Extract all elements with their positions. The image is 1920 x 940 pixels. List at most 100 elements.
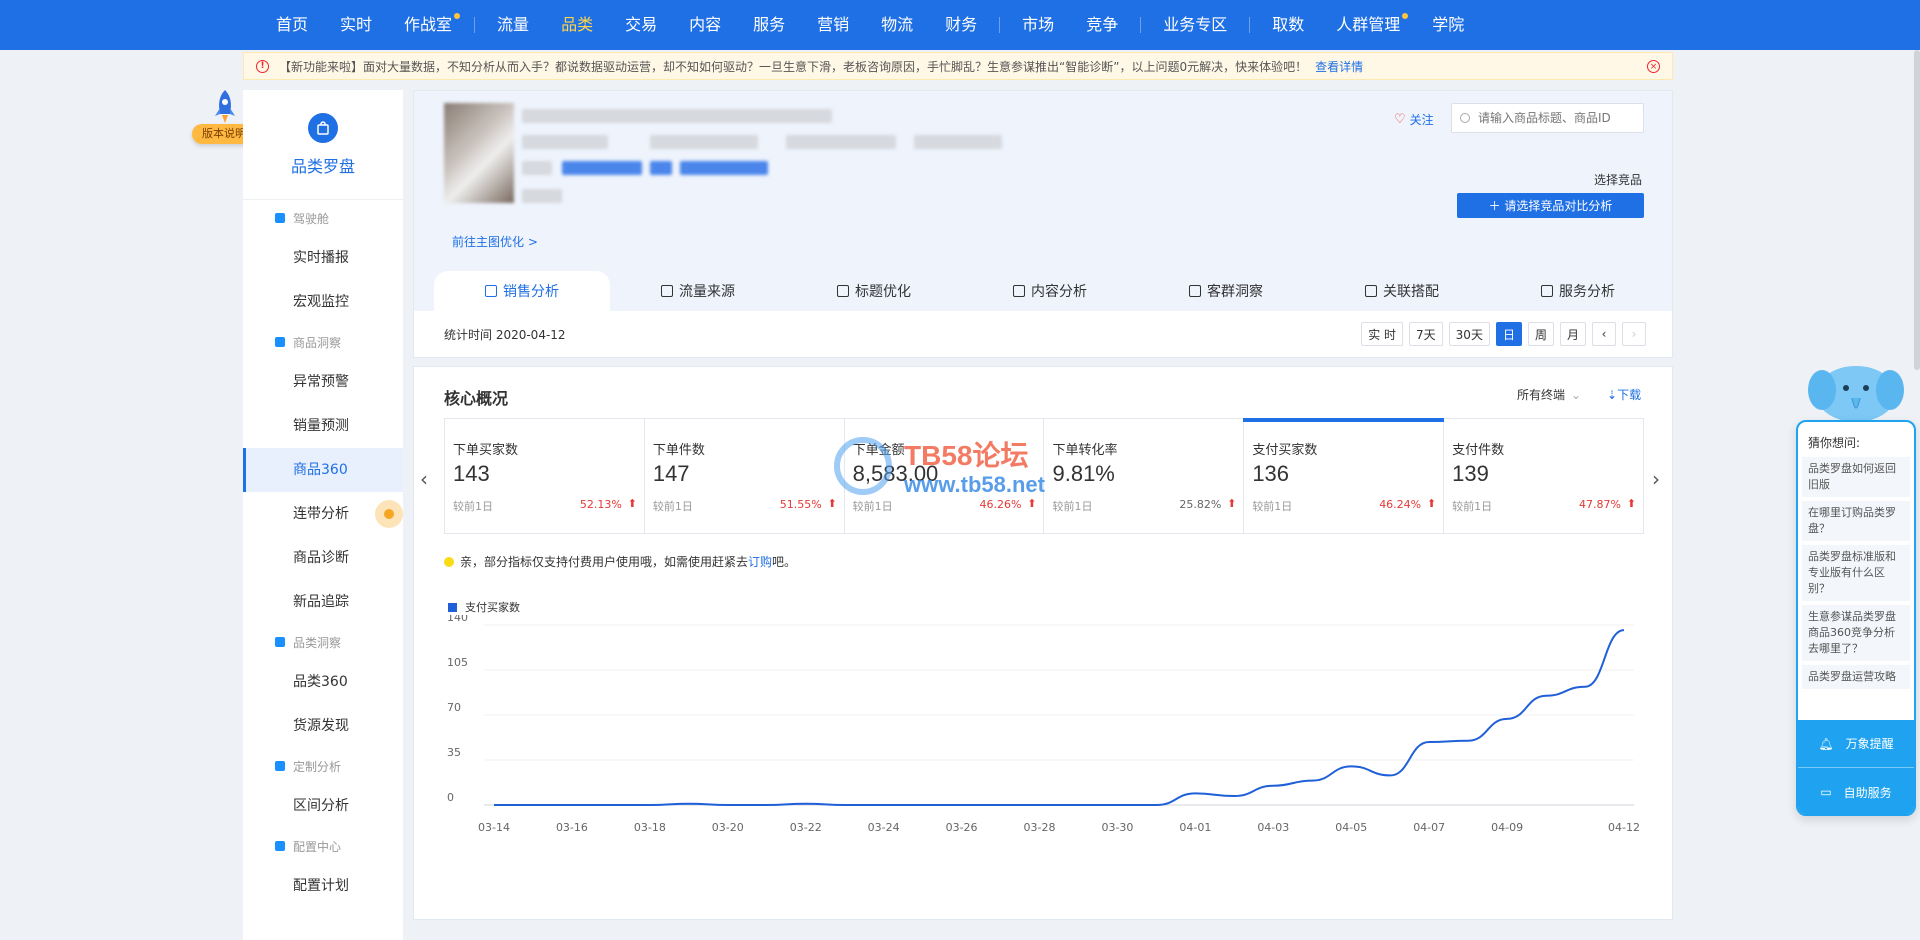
terminal-select[interactable]: 所有终端 ⌄	[1517, 386, 1581, 403]
nav-item[interactable]: 服务	[737, 0, 801, 50]
sidebar-item[interactable]: 商品诊断	[243, 536, 403, 580]
sidebar-item[interactable]: 销量预测	[243, 404, 403, 448]
nav-item[interactable]: 营销	[801, 0, 865, 50]
nav-item[interactable]: 学院	[1416, 0, 1480, 50]
guess-title: 猜你想问:	[1808, 436, 1861, 450]
sidebar-item[interactable]: 宏观监控	[243, 280, 403, 324]
nav-item[interactable]: 取数	[1256, 0, 1320, 50]
sidebar-item[interactable]: 货源发现	[243, 704, 403, 748]
close-icon[interactable]: ×	[1647, 60, 1660, 73]
metric-card[interactable]: 支付件数 139 较前1日 47.87% ⬆	[1444, 419, 1643, 533]
analysis-tab[interactable]: 关联搭配	[1314, 271, 1490, 311]
analysis-tab[interactable]: 客群洞察	[1138, 271, 1314, 311]
search-input[interactable]	[1478, 111, 1638, 125]
analysis-tab[interactable]: 标题优化	[786, 271, 962, 311]
faq-item[interactable]: 生意参谋品类罗盘商品360竞争分析去哪里了？	[1802, 605, 1910, 661]
metric-card[interactable]: 下单买家数 143 较前1日 52.13% ⬆	[445, 419, 645, 533]
x-tick-label: 03-14	[478, 821, 510, 834]
x-tick-label: 03-22	[790, 821, 822, 834]
sidebar-menu: 驾驶舱 实时播报 宏观监控 商品洞察 异常预警 销量预测 商品360 连带分析 商品诊断 新品追踪…	[243, 200, 403, 908]
nav-item[interactable]: 流量	[481, 0, 545, 50]
date-button[interactable]: 实 时	[1361, 322, 1404, 346]
nav-divider	[1249, 17, 1251, 33]
compare-competitor-button[interactable]: ＋ 请选择竞品对比分析	[1457, 193, 1644, 218]
analysis-tab[interactable]: 销售分析	[434, 271, 610, 311]
faq-item[interactable]: 品类罗盘标准版和专业版有什么区别？	[1802, 545, 1910, 601]
nav-item[interactable]: 交易	[609, 0, 673, 50]
search-icon	[1460, 113, 1470, 123]
nav-item[interactable]: 物流	[865, 0, 929, 50]
reminder-button[interactable]: 🔔︎ 万象提醒	[1798, 720, 1914, 768]
notification-dot-icon	[375, 500, 403, 528]
sidebar-item[interactable]: 新品追踪	[243, 580, 403, 624]
bell-icon: 🔔︎	[1818, 736, 1834, 751]
metric-card[interactable]: 下单件数 147 较前1日 51.55% ⬆	[645, 419, 845, 533]
analysis-tab[interactable]: 内容分析	[962, 271, 1138, 311]
date-button[interactable]: 日	[1495, 322, 1522, 346]
notice-text: 【新功能来啦】面对大量数据，不知分析从而入手？都说数据驱动运营，却不知如何驱动？…	[279, 59, 1308, 74]
nav-item[interactable]: 竞争	[1070, 0, 1134, 50]
heart-icon: ♡	[1394, 112, 1406, 127]
sidebar-item-label: 商品360	[293, 462, 348, 478]
nav-item[interactable]: 作战室	[388, 0, 468, 50]
analysis-tab[interactable]: 服务分析	[1490, 271, 1666, 311]
group-icon	[275, 761, 285, 771]
nav-item[interactable]: 市场	[1006, 0, 1070, 50]
sidebar-item[interactable]: 实时播报	[243, 236, 403, 280]
tab-icon	[837, 285, 849, 297]
nav-item-label: 首页	[276, 15, 309, 34]
date-button[interactable]: 30天	[1448, 322, 1490, 346]
metric-value: 147	[652, 461, 690, 486]
self-service-button[interactable]: ▭ 自助服务	[1798, 768, 1914, 814]
nav-item[interactable]: 人群管理	[1320, 0, 1416, 50]
faq-item[interactable]: 品类罗盘运营攻略	[1802, 665, 1910, 689]
nav-item[interactable]: 业务专区	[1147, 0, 1243, 50]
sidebar-item-label: 区间分析	[293, 798, 349, 814]
nav-item-label: 人群管理	[1336, 15, 1401, 34]
faq-item[interactable]: 在哪里订购品类罗盘？	[1802, 501, 1910, 541]
nav-item[interactable]: 财务	[929, 0, 993, 50]
sidebar-item[interactable]: 连带分析	[243, 492, 403, 536]
chevron-left-icon[interactable]: ‹	[420, 467, 428, 491]
tab-label: 流量来源	[679, 284, 735, 300]
faq-item[interactable]: 品类罗盘如何返回旧版	[1802, 457, 1910, 497]
date-button[interactable]: 月	[1559, 322, 1586, 346]
page-scrollbar[interactable]	[1914, 50, 1920, 370]
redacted-link	[680, 161, 768, 175]
chart-legend[interactable]: 支付买家数	[448, 599, 520, 615]
sidebar-item[interactable]: 区间分析	[243, 784, 403, 828]
subscribe-link[interactable]: 订购	[748, 553, 772, 570]
date-range-buttons: 实 时 7天 30天日周月 ‹ ›	[1361, 322, 1646, 346]
nav-item[interactable]: 品类	[545, 0, 609, 50]
sidebar-item[interactable]: 品类360	[243, 660, 403, 704]
date-button[interactable]: 7天	[1409, 322, 1443, 346]
y-tick-label: 0	[447, 791, 454, 804]
elephant-mascot-icon[interactable]	[1808, 360, 1904, 424]
nav-item[interactable]: 首页	[260, 0, 324, 50]
sidebar-item[interactable]: 异常预警	[243, 360, 403, 404]
stat-time: 统计时间 2020-04-12	[444, 327, 566, 342]
date-button[interactable]: 周	[1527, 322, 1554, 346]
nav-item[interactable]: 实时	[324, 0, 388, 50]
sidebar-item[interactable]: 商品360	[243, 448, 403, 492]
tab-label: 服务分析	[1559, 284, 1615, 300]
download-label: 下载	[1617, 388, 1642, 402]
nav-divider	[474, 17, 476, 33]
sidebar-item[interactable]: 配置计划	[243, 864, 403, 908]
x-tick-label: 03-30	[1101, 821, 1133, 834]
notice-detail-link[interactable]: 查看详情	[1315, 58, 1363, 75]
sidebar-group-label: 驾驶舱	[293, 211, 330, 226]
chevron-right-icon[interactable]: ›	[1652, 467, 1660, 491]
y-tick-label: 105	[447, 656, 468, 669]
follow-button[interactable]: ♡ 关注	[1394, 111, 1434, 128]
goto-main-image-link[interactable]: 前往主图优化 >	[452, 233, 538, 250]
nav-item-label: 流量	[497, 15, 530, 34]
metric-card[interactable]: 支付买家数 136 较前1日 46.24% ⬆	[1243, 418, 1445, 533]
date-button[interactable]: ›	[1622, 322, 1646, 346]
product-search[interactable]	[1451, 103, 1644, 133]
series-line[interactable]	[493, 629, 1625, 806]
date-button[interactable]: ‹	[1592, 322, 1616, 346]
analysis-tab[interactable]: 流量来源	[610, 271, 786, 311]
download-button[interactable]: ⇣下载	[1607, 386, 1641, 403]
nav-item[interactable]: 内容	[673, 0, 737, 50]
